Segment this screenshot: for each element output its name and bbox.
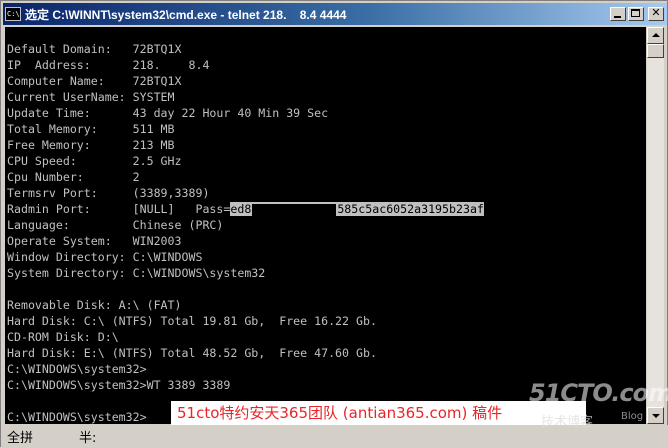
console-line: CPU Speed: 2.5 GHz [7,154,182,168]
site-watermark-subtitle: 技术博客 [541,415,594,430]
telnet-console-window: C:\ 选定 C:\WINNT\system32\cmd.exe - telne… [0,0,668,448]
console-line: Termsrv Port: (3389,3389) [7,186,210,200]
console-line: CD-ROM Disk: D:\ [7,330,119,344]
title-bar[interactable]: C:\ 选定 C:\WINNT\system32\cmd.exe - telne… [3,3,667,25]
close-button[interactable]: ✕ [648,6,664,21]
console-line: Window Directory: C:\WINDOWS [7,250,203,264]
cmd-window-icon[interactable]: C:\ [5,7,21,21]
console-line: Operate System: WIN2003 [7,234,182,248]
console-line: Computer Name: 72BTQ1X [7,74,182,88]
console-line: Hard Disk: C:\ (NTFS) Total 19.81 Gb, Fr… [7,314,377,328]
console-line: Free Memory: 213 MB [7,138,175,152]
console-line: Cpu Number: 2 [7,170,140,184]
console-line: IP Address: 218. 8.4 [7,58,210,72]
console-line-radmin: Radmin Port: [NULL] Pass=ed8 585c5ac6052a… [7,201,484,217]
console-line: Current UserName: SYSTEM [7,90,175,104]
console-line: Default Domain: 72BTQ1X [7,42,182,56]
console-line: Language: Chinese (PRC) [7,218,224,232]
arrow-up-icon [652,33,660,37]
console-line: Total Memory: 511 MB [7,122,175,136]
window-title: 选定 C:\WINNT\system32\cmd.exe - telnet 21… [25,7,347,22]
vertical-scrollbar[interactable] [647,27,664,424]
article-watermark-banner: 51cto特约安天365团队 (antian365.com) 稿件 [171,401,586,425]
site-watermark-blog: Blog [621,411,644,422]
radmin-pass-end: 585c5ac6052a3195b23af [337,202,484,216]
minimize-button[interactable] [610,7,626,21]
maximize-button[interactable] [628,7,644,21]
console-output[interactable]: Default Domain: 72BTQ1X IP Address: 218.… [5,27,646,424]
radmin-pass-start: ed8 [230,202,252,216]
close-icon: ✕ [651,6,661,19]
console-line: C:\WINDOWS\system32> [7,362,147,376]
arrow-down-icon [652,414,660,418]
maximize-icon [631,9,640,17]
console-line: C:\WINDOWS\system32>WT 3389 3389 [7,378,231,392]
console-line: System Directory: C:\WINDOWS\system32 [7,266,266,280]
console-line: Update Time: 43 day 22 Hour 40 Min 39 Se… [7,106,329,120]
console-line: Hard Disk: E:\ (NTFS) Total 48.52 Gb, Fr… [7,346,377,360]
ime-input-mode[interactable]: 全拼 [7,427,33,446]
ime-width-mode[interactable]: 半: [79,427,96,446]
console-prompt[interactable]: C:\WINDOWS\system32> [7,409,147,424]
radmin-password-highlight[interactable]: ed8 585c5ac6052a3195b23af [230,202,484,216]
scroll-thumb[interactable] [647,44,664,58]
scroll-down-button[interactable] [647,407,664,424]
redaction-block [252,203,337,216]
scroll-up-button[interactable] [647,27,664,44]
minimize-icon [614,16,621,18]
radmin-label: Radmin Port: [NULL] Pass= [7,202,231,216]
console-line: Removable Disk: A:\ (FAT) [7,298,182,312]
